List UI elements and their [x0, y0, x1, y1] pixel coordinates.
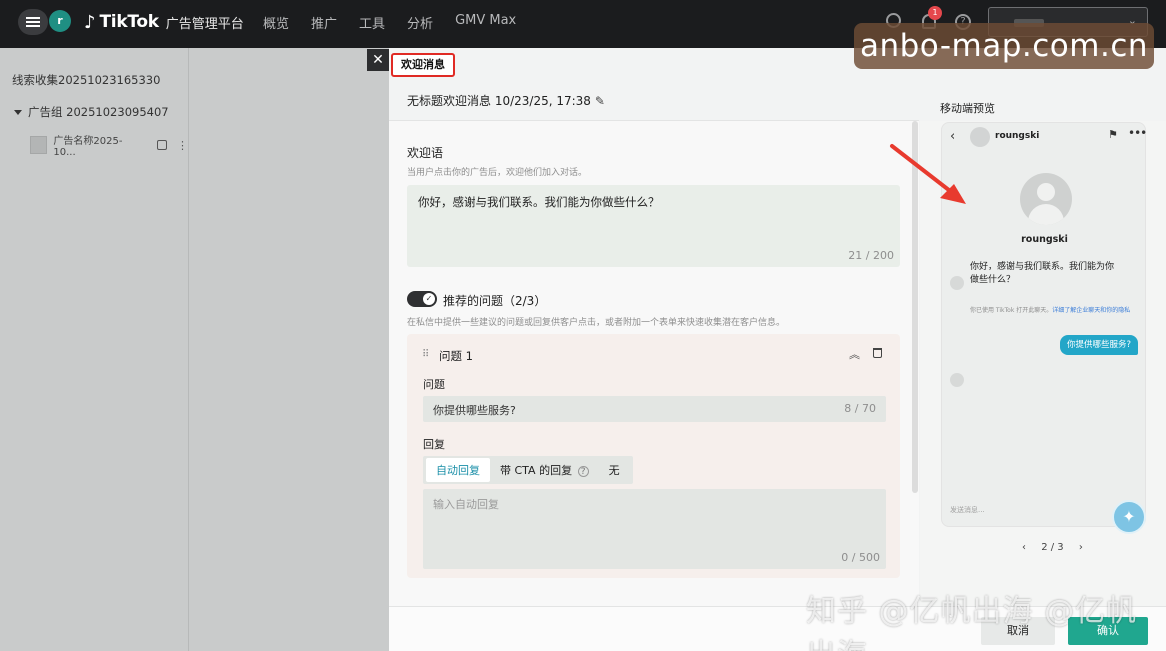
welcome-textarea[interactable]: 你好，感谢与我们联系。我们能为你做些什么？ 21 / 200 — [407, 185, 900, 267]
auto-reply-placeholder: 输入自动回复 — [433, 498, 499, 511]
drawer-tab-welcome[interactable]: 欢迎消息 — [391, 53, 455, 77]
more-vertical-icon[interactable]: ⋮ — [177, 139, 188, 152]
close-drawer-button[interactable]: ✕ — [367, 49, 389, 71]
nav-tools[interactable]: 工具 — [359, 13, 385, 32]
nav-overview[interactable]: 概览 — [263, 13, 289, 32]
collapse-icon[interactable]: ︽ — [849, 346, 860, 362]
caret-down-icon[interactable] — [14, 109, 22, 115]
campaign-tree-panel: 线索收集20251023165330 广告组 20251023095407 广告… — [0, 48, 188, 651]
tab-no-reply[interactable]: 无 — [599, 458, 630, 482]
drawer-title: 无标题欢迎消息 10/23/25, 17:38 ✎ — [407, 92, 605, 109]
mobile-preview: ‹ roungski ⚑ ••• roungski 你好，感谢与我们联系。我们能… — [941, 122, 1147, 527]
question-value: 你提供哪些服务? — [433, 404, 516, 417]
preview-welcome-message: 你好，感谢与我们联系。我们能为你做些什么？ — [970, 262, 1115, 285]
preview-username: roungski — [1021, 234, 1068, 245]
preview-user-question: 你提供哪些服务? — [1060, 335, 1139, 355]
auto-reply-textarea[interactable]: 输入自动回复 0 / 500 — [423, 489, 886, 569]
reply-label: 回复 — [423, 438, 445, 451]
nav-gmv-max[interactable]: GMV Max — [455, 13, 516, 32]
preview-avatar-large — [1020, 173, 1072, 225]
drag-handle-icon[interactable]: ⠿ — [422, 349, 429, 360]
hamburger-menu-button[interactable] — [18, 9, 48, 35]
preview-avatar-small — [970, 127, 990, 147]
tab-cta-reply-label: 带 CTA 的回复 — [500, 464, 573, 477]
preview-privacy-note: 你已使用 TikTok 打开此聊天。详细了解企业聊天和你的隐私 — [970, 305, 1130, 314]
auto-reply-count: 0 / 500 — [841, 551, 880, 564]
tree-ad-group-label: 广告组 20251023095407 — [28, 105, 169, 119]
form-area: 欢迎语 当用户点击你的广告后，欢迎他们加入对话。 你好，感谢与我们联系。我们能为… — [389, 121, 919, 606]
notification-badge: 1 — [928, 6, 942, 20]
tree-ad-label: 广告名称2025-10... — [53, 136, 123, 158]
suggested-questions-toggle[interactable]: ✓ — [407, 291, 437, 307]
preview-message-avatar — [950, 276, 964, 290]
welcome-text: 你好，感谢与我们联系。我们能为你做些什么？ — [418, 195, 660, 209]
question-label: 问题 — [423, 378, 445, 391]
bottom-watermark: 知乎 @亿帆出海 @亿帆出海 — [806, 594, 1138, 651]
sparkle-icon[interactable]: ✦ — [1112, 500, 1146, 534]
welcome-message-drawer: 欢迎消息 无标题欢迎消息 10/23/25, 17:38 ✎ 欢迎语 当用户点击… — [389, 48, 1166, 651]
preview-note-text: 你已使用 TikTok 打开此聊天。 — [970, 307, 1053, 314]
nav-analytics[interactable]: 分析 — [407, 13, 433, 32]
question-card-title: 问题 1 — [439, 349, 473, 363]
preview-reply-avatar — [950, 373, 964, 387]
brand-name: TikTok — [99, 12, 160, 32]
chevron-left-icon[interactable]: ‹ — [1022, 542, 1026, 553]
preview-message-input: 发送消息... — [950, 506, 985, 514]
trash-icon[interactable] — [873, 348, 882, 358]
brand-subtitle: 广告管理平台 — [165, 16, 244, 32]
preview-page-indicator: 2 / 3 — [1041, 542, 1064, 553]
preview-note-link: 详细了解企业聊天和你的隐私 — [1052, 307, 1131, 314]
question-input[interactable]: 你提供哪些服务? 8 / 70 — [423, 396, 886, 422]
suggested-questions-hint: 在私信中提供一些建议的问题或回复供客户点击，或者附加一个表单来快速收集潜在客户信… — [407, 318, 786, 328]
ad-thumbnail — [30, 136, 48, 154]
welcome-hint: 当用户点击你的广告后，欢迎他们加入对话。 — [407, 168, 588, 178]
workspace-background — [189, 48, 389, 651]
nav-campaign[interactable]: 推广 — [311, 13, 337, 32]
chevron-right-icon[interactable]: › — [1079, 542, 1083, 553]
tiktok-note-icon: ♪ — [84, 11, 96, 33]
main-nav: 概览 推广 工具 分析 GMV Max — [263, 13, 538, 32]
preview-username-small: roungski — [995, 131, 1040, 141]
help-icon[interactable]: ? — [577, 466, 589, 477]
tab-cta-reply[interactable]: 带 CTA 的回复 ? — [490, 458, 599, 482]
welcome-label: 欢迎语 — [407, 146, 444, 160]
red-annotation-arrow — [890, 144, 966, 204]
tree-ad[interactable]: 广告名称2025-10... ⋮ — [30, 132, 188, 158]
suggested-questions-label: 推荐的问题（2/3） — [443, 294, 547, 308]
watermark-badge: anbo-map.com.cn — [854, 23, 1154, 69]
copy-icon[interactable] — [157, 140, 168, 150]
check-icon: ✓ — [423, 293, 435, 305]
tree-campaign[interactable]: 线索收集20251023165330 — [12, 72, 160, 88]
preview-pager: ‹ 2 / 3 › — [1016, 542, 1089, 553]
question-count: 8 / 70 — [844, 402, 876, 415]
more-horizontal-icon: ••• — [1128, 126, 1147, 140]
mobile-preview-label: 移动端预览 — [940, 102, 995, 115]
account-avatar[interactable]: r — [49, 10, 71, 32]
tree-ad-group[interactable]: 广告组 20251023095407 — [14, 104, 169, 120]
flag-icon: ⚑ — [1108, 128, 1118, 141]
edit-pencil-icon[interactable]: ✎ — [595, 94, 605, 108]
reply-type-tabs: 自动回复 带 CTA 的回复 ? 无 — [423, 456, 633, 484]
welcome-count: 21 / 200 — [848, 249, 894, 262]
tab-auto-reply[interactable]: 自动回复 — [426, 458, 490, 482]
question-card: ⠿ 问题 1 ︽ 问题 你提供哪些服务? 8 / 70 回复 自动回复 带 CT… — [407, 334, 900, 578]
tiktok-logo[interactable]: ♪ TikTok 广告管理平台 — [84, 10, 244, 34]
drawer-title-text: 无标题欢迎消息 10/23/25, 17:38 — [407, 94, 591, 108]
